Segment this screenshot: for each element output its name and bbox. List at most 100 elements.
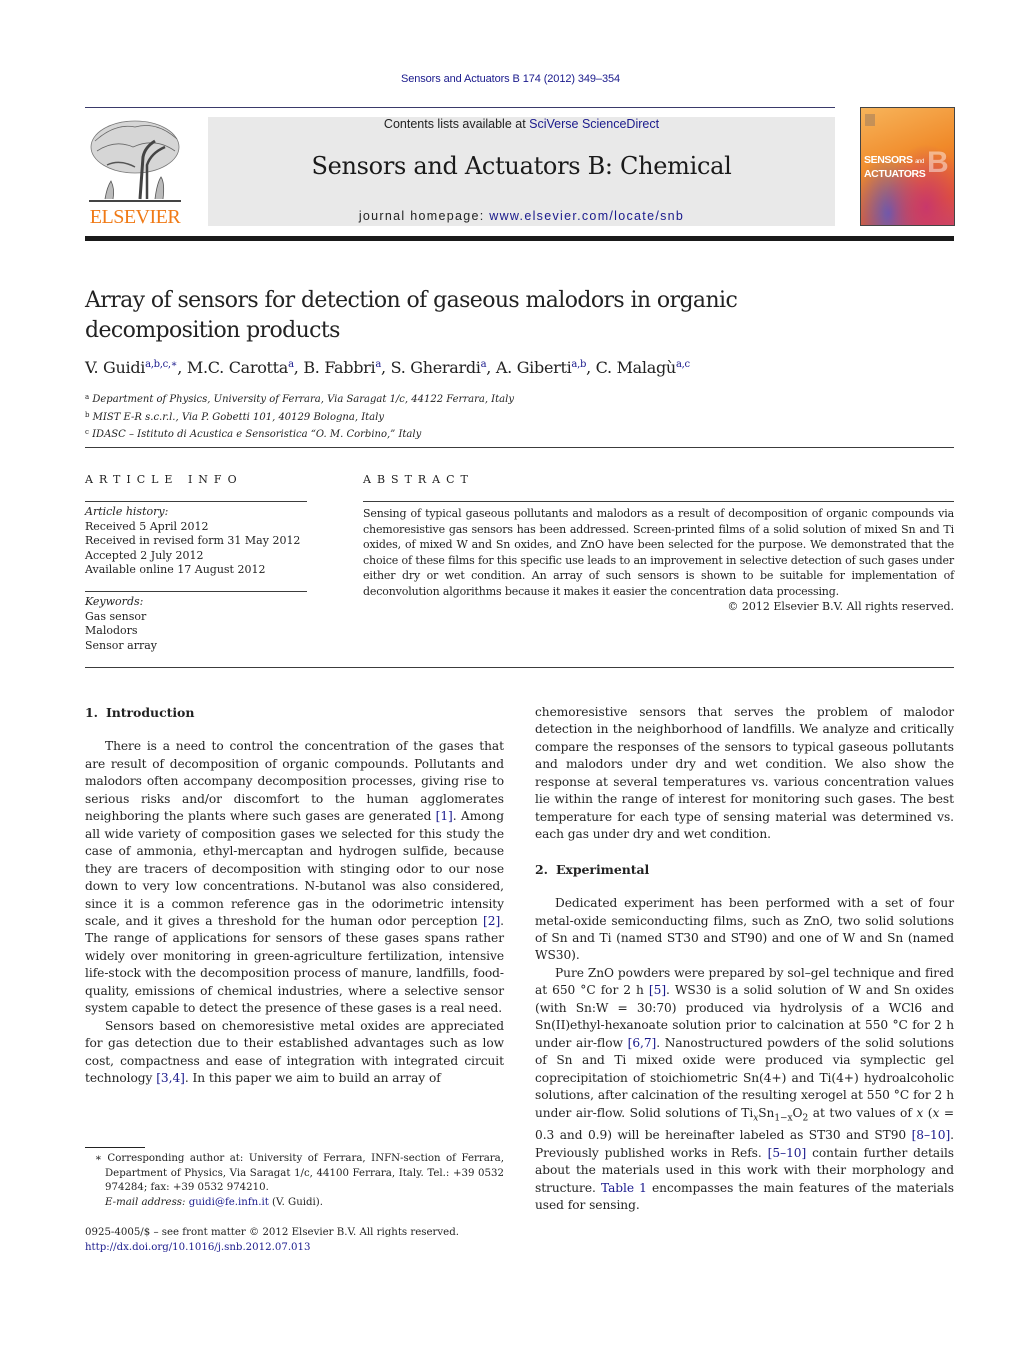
section-heading-experimental: 2. Experimental [535,861,954,878]
author[interactable]: S. Gherardia [391,358,487,377]
history-label: Article history: [85,505,169,518]
tree-icon [89,120,181,202]
issn-line: 0925-4005/$ – see front matter © 2012 El… [85,1227,459,1238]
elsevier-wordmark: ELSEVIER [89,206,181,228]
journal-citation[interactable]: Sensors and Actuators B 174 (2012) 349–3… [0,73,1021,85]
issn-block: 0925-4005/$ – see front matter © 2012 El… [85,1226,459,1255]
author[interactable]: B. Fabbria [303,358,381,377]
author-list: V. Guidia,b,c,∗, M.C. Carottaa, B. Fabbr… [85,358,690,377]
author[interactable]: V. Guidia,b,c,∗ [85,358,178,377]
affiliation-key: b [85,410,90,419]
reference-link[interactable]: [2] [483,914,500,928]
history-item: Accepted 2 July 2012 [85,548,204,562]
article-history: Article history: Received 5 April 2012 R… [85,505,300,578]
author-affil-ref[interactable]: a,c [676,359,690,370]
author-affil-ref[interactable]: a [481,359,487,370]
text: ∗ Corresponding author at: University of… [95,1153,504,1193]
affiliation: a Department of Physics, University of F… [85,390,514,408]
author-name: M.C. Carotta [186,358,289,377]
text: . In this paper we aim to build an array… [184,1071,441,1086]
section-title: Introduction [105,705,195,720]
paragraph: Sensors based on chemoresistive metal ox… [85,1018,504,1088]
reference-link[interactable]: [5–10] [768,1146,807,1160]
affiliation-key: a [85,393,90,401]
author-name: S. Gherardi [390,358,481,377]
header-rule [85,107,835,108]
author-name: C. Malagù [595,358,677,377]
email-note: E-mail address: guidi@fe.infn.it (V. Gui… [85,1196,504,1211]
text: Sn [758,1105,775,1120]
author-affil-ref[interactable]: a [375,359,381,370]
title-line-1: Array of sensors for detection of gaseou… [85,288,738,313]
text: O [792,1105,803,1120]
text: at two values of [808,1105,917,1120]
text: . Among all wide variety of composition … [85,809,504,928]
affiliation-key: c [85,428,89,436]
keywords-rule [85,591,307,592]
keywords: Keywords: Gas sensor Malodors Sensor arr… [85,595,157,653]
email-link[interactable]: guidi@fe.infn.it [189,1197,269,1208]
affiliation-text: IDASC – Istituto di Acustica e Sensorist… [92,429,422,440]
corresponding-author-note: ∗ Corresponding author at: University of… [85,1152,504,1196]
paragraph: Dedicated experiment has been performed … [535,896,954,963]
paragraph-continued: chemoresistive sensors that serves the p… [535,705,954,842]
author-affil-ref[interactable]: a,b [571,359,586,370]
journal-cover-image[interactable]: SENSORS and ACTUATORS B [860,107,955,226]
affiliation: c IDASC – Istituto di Acustica e Sensori… [85,425,514,443]
article-title: Array of sensors for detection of gaseou… [85,286,845,346]
reference-link[interactable]: [3,4] [156,1071,185,1085]
keywords-label: Keywords: [85,595,144,608]
article-info-rule [85,501,307,502]
affiliation-text: MIST E-R s.c.r.l., Via P. Gobetti 101, 4… [92,411,384,423]
table-link[interactable]: Table 1 [601,1181,647,1195]
author[interactable]: M.C. Carottaa [187,358,294,377]
abstract-heading: ABSTRACT [363,473,474,486]
sciencedirect-link[interactable]: SciVerse ScienceDirect [529,117,659,131]
abstract-text: Sensing of typical gaseous pollutants an… [363,507,954,598]
cover-letter: B [927,146,949,179]
divider [85,667,954,668]
history-item: Received in revised form 31 May 2012 [85,534,301,547]
cover-title: SENSORS and ACTUATORS [864,154,926,180]
abstract-copyright: © 2012 Elsevier B.V. All rights reserved… [727,600,954,613]
doi-link[interactable]: http://dx.doi.org/10.1016/j.snb.2012.07.… [85,1242,311,1253]
text: (V. Guidi). [268,1196,324,1208]
affiliation: b MIST E-R s.c.r.l., Via P. Gobetti 101,… [85,408,514,426]
section-heading-introduction: 1. Introduction [85,704,504,721]
subscript: 1−x [774,1112,793,1123]
author-affil-ref[interactable]: a,b,c,∗ [145,359,178,370]
email-label: E-mail address: [105,1196,189,1208]
affiliations: a Department of Physics, University of F… [85,390,514,443]
right-column: chemoresistive sensors that serves the p… [535,704,954,1215]
section-number: 2. [535,861,548,877]
author-affil-ref[interactable]: a [288,359,294,370]
section-title: Experimental [555,861,650,877]
section-number: 1. [85,705,98,720]
cover-logo-icon [865,114,875,126]
reference-link[interactable]: [1] [436,809,453,823]
homepage-prefix: journal homepage: [358,209,490,223]
footnote: ∗ Corresponding author at: University of… [85,1152,504,1210]
paragraph: There is a need to control the concentra… [85,738,504,1017]
reference-link[interactable]: [5] [649,983,666,997]
article-info-heading: ARTICLE INFO [85,473,243,486]
cover-title-line2: ACTUATORS [864,168,926,180]
author-name: B. Fabbri [303,358,376,377]
homepage-link[interactable]: www.elsevier.com/locate/snb [489,209,684,223]
contents-line: Contents lists available at SciVerse Sci… [208,117,835,131]
affiliation-text: Department of Physics, University of Fer… [92,394,514,405]
cover-title-and: and [915,159,924,165]
keyword: Gas sensor [85,609,147,623]
elsevier-logo: ELSEVIER [85,117,185,229]
author[interactable]: C. Malagùa,c [596,358,690,377]
cover-title-line1: SENSORS [864,154,913,166]
left-column: 1. Introduction There is a need to contro… [85,704,504,1088]
author-name: A. Giberti [495,358,572,377]
author[interactable]: A. Gibertia,b [496,358,586,377]
journal-banner: Contents lists available at SciVerse Sci… [208,117,835,226]
footnote-rule [85,1147,145,1148]
keyword: Malodors [85,624,138,637]
reference-link[interactable]: [8–10] [912,1128,951,1142]
reference-link[interactable]: [6,7] [628,1036,657,1050]
